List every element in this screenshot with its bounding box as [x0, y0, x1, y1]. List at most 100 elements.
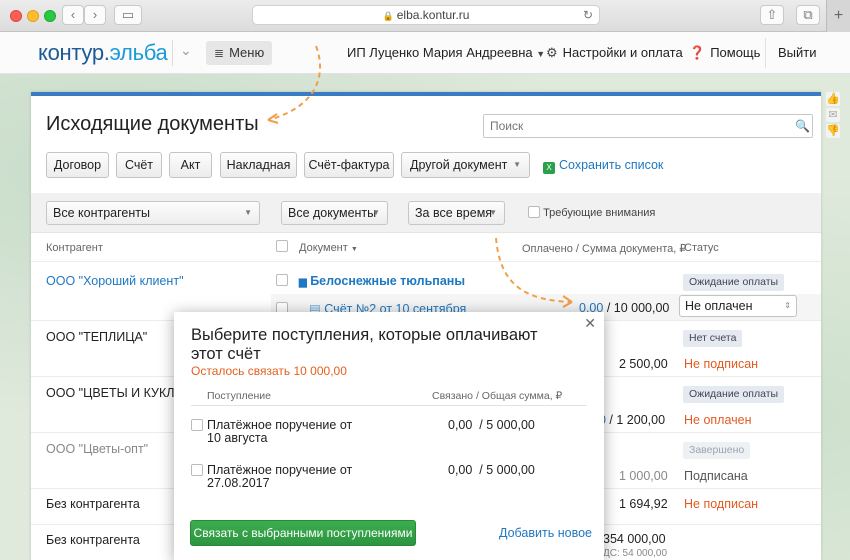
gear-icon: ⚙ — [546, 45, 558, 60]
close-icon[interactable]: ✕ — [584, 315, 596, 332]
payment-checkbox[interactable] — [191, 419, 203, 432]
status-badge: Завершено — [683, 442, 751, 459]
total-amount-value: / 10 000,00 — [603, 301, 670, 315]
column-header-linked: Связано / Общая сумма, ₽ — [432, 390, 562, 402]
logo[interactable]: контур.эльба — [38, 40, 168, 66]
settings-label: Настройки и оплата — [562, 45, 683, 60]
side-feedback-icons: 👍 ✉ 👎 — [826, 92, 842, 140]
thumbs-down-icon[interactable]: 👎 — [826, 124, 840, 138]
minimize-window-button[interactable] — [27, 10, 39, 22]
sort-icon: ▼ — [350, 246, 358, 253]
add-new-link[interactable]: Добавить новое — [499, 526, 592, 540]
forward-icon[interactable]: › — [84, 5, 106, 25]
remaining-amount: Осталось связать 10 000,00 — [191, 364, 347, 378]
help-icon: ❓ — [689, 45, 706, 60]
chevron-down-icon[interactable]: ⌄ — [180, 42, 192, 59]
row-divider — [31, 261, 821, 262]
column-header-status: Статус — [684, 242, 719, 254]
period-filter[interactable]: За все время ▼ — [408, 201, 505, 225]
other-document-label: Другой документ — [410, 158, 508, 172]
period-filter-value: За все время — [415, 206, 493, 220]
attention-label: Требующие внимания — [543, 207, 656, 219]
help-label: Помощь — [710, 45, 761, 60]
thumbs-up-icon[interactable]: 👍 — [826, 92, 840, 106]
column-header-document[interactable]: Документ ▼ — [299, 242, 358, 254]
status-badge: Ожидание оплаты — [683, 274, 785, 291]
payment-checkbox[interactable] — [191, 464, 203, 477]
search-icon[interactable]: 🔍 — [795, 119, 810, 133]
search-input[interactable] — [483, 114, 813, 138]
counterparty-name[interactable]: ООО "ТЕПЛИЦА" — [46, 330, 147, 344]
hamburger-icon: ≣ — [214, 46, 225, 60]
counterparty-filter[interactable]: Все контрагенты ▼ — [46, 201, 260, 225]
attention-checkbox[interactable] — [528, 206, 540, 218]
zoom-window-button[interactable] — [44, 10, 56, 22]
column-header-counterparty: Контрагент — [46, 242, 103, 254]
page-title: Исходящие документы — [46, 113, 259, 135]
share-icon[interactable]: ⇧ — [760, 5, 784, 25]
menu-button[interactable]: ≣ Меню — [206, 41, 273, 65]
logout-label: Выйти — [778, 45, 817, 60]
updown-icon: ⇕ — [784, 301, 791, 310]
counterparty-name[interactable]: Без контрагента — [46, 533, 140, 547]
status-text: Не подписан — [684, 357, 759, 371]
column-header-income: Поступление — [207, 390, 271, 402]
amount-value: 2 500,00 — [619, 357, 668, 371]
back-icon[interactable]: ‹ — [62, 5, 84, 25]
column-header-amount: Оплачено / Сумма документа, ₽ — [522, 243, 687, 255]
counterparty-filter-value: Все контрагенты — [53, 206, 150, 220]
other-document-dropdown[interactable]: Другой документ ▼ — [401, 152, 530, 178]
document-filter[interactable]: Все документы ▼ — [281, 201, 388, 225]
column-header-document-label: Документ — [299, 242, 348, 254]
payment-status-select[interactable]: Не оплачен ⇕ — [679, 295, 797, 317]
status-text: Не оплачен — [684, 413, 752, 427]
amount-value: 354 000,00 — [603, 532, 666, 546]
user-name: ИП Луценко Мария Андреевна — [347, 45, 533, 60]
logo-accent: эльба — [109, 40, 168, 65]
save-list-link[interactable]: X Сохранить список — [543, 152, 663, 178]
amount-value: 1 694,92 — [619, 497, 668, 511]
help-link[interactable]: ❓ Помощь — [689, 32, 760, 74]
address-bar[interactable]: 🔒 elba.kontur.ru ↻ — [252, 5, 600, 25]
payment-amount: 0,00 / 5 000,00 — [448, 463, 535, 477]
caret-down-icon: ▼ — [244, 208, 252, 217]
payment-label: Платёжное поручение от 10 августа — [207, 418, 353, 445]
document-filter-value: Все документы — [288, 206, 377, 220]
counterparty-name[interactable]: ООО "Цветы-опт" — [46, 442, 148, 456]
counterparty-link[interactable]: ООО "Хороший клиент" — [46, 274, 184, 288]
attention-filter[interactable]: Требующие внимания — [528, 206, 655, 219]
logout-link[interactable]: Выйти — [778, 32, 817, 74]
row-checkbox[interactable] — [276, 273, 288, 287]
url-text: elba.kontur.ru — [396, 8, 470, 22]
contract-button[interactable]: Договор — [46, 152, 109, 178]
counterparty-name[interactable]: ООО "ЦВЕТЫ И КУКЛЫ" — [46, 386, 190, 400]
caret-down-icon: ▼ — [513, 160, 521, 169]
logo-divider — [172, 40, 173, 66]
sidebar-toggle-icon[interactable]: ▭ — [114, 5, 142, 25]
new-tab-icon[interactable]: + — [826, 0, 850, 32]
tabs-icon[interactable]: ⧉ — [796, 5, 820, 25]
dialog-divider — [191, 405, 587, 406]
counterparty-name[interactable]: Без контрагента — [46, 497, 140, 511]
status-badge: Ожидание оплаты — [683, 386, 785, 403]
act-button[interactable]: Акт — [169, 152, 212, 178]
amount-value: 1 000,00 — [619, 469, 668, 483]
settings-link[interactable]: ⚙ Настройки и оплата — [546, 32, 683, 74]
document-group-link[interactable]: ▆ Белоснежные тюльпаны — [299, 274, 465, 288]
close-window-button[interactable] — [10, 10, 22, 22]
column-header-total-label: / Общая сумма, ₽ — [473, 390, 563, 402]
save-list-label: Сохранить список — [559, 158, 664, 172]
link-payments-button[interactable]: Связать с выбранными поступлениями — [190, 520, 416, 546]
mail-icon[interactable]: ✉ — [826, 108, 840, 122]
waybill-button[interactable]: Накладная — [220, 152, 297, 178]
invoice-button[interactable]: Счёт — [116, 152, 162, 178]
status-text: Не подписан — [684, 497, 759, 511]
select-all-checkbox[interactable] — [276, 240, 288, 253]
tax-invoice-button[interactable]: Счёт-фактура — [304, 152, 394, 178]
caret-down-icon: ▼ — [372, 208, 380, 217]
user-menu[interactable]: ИП Луценко Мария Андреевна ▼ — [347, 32, 545, 74]
folder-icon: ▆ — [299, 277, 307, 288]
reload-icon[interactable]: ↻ — [583, 6, 593, 25]
dialog-title: Выберите поступления, которые оплачивают… — [191, 326, 538, 363]
payment-status-value: Не оплачен — [685, 299, 753, 313]
